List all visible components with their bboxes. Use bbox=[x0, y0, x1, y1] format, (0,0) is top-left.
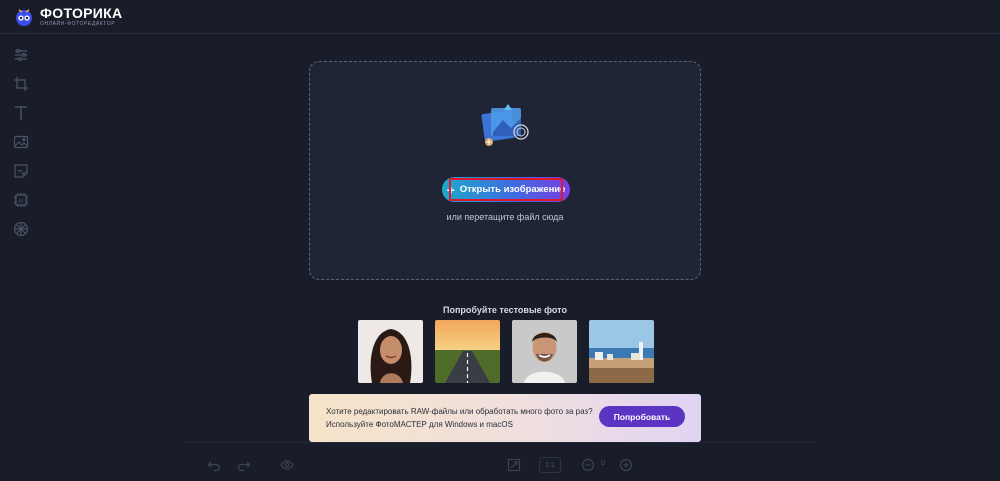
fit-screen-icon bbox=[507, 458, 521, 472]
promo-line-2: Используйте ФотоМАСТЕР для Windows и mac… bbox=[326, 420, 513, 429]
text-tool[interactable] bbox=[11, 103, 31, 123]
preview-button[interactable] bbox=[280, 458, 294, 472]
ratio-button[interactable]: 1:1 bbox=[539, 457, 561, 473]
zoom-in-icon bbox=[619, 458, 633, 472]
adjustments-tool[interactable] bbox=[11, 45, 31, 65]
tools-sidebar: AI bbox=[0, 35, 42, 481]
logo-subtitle: ОНЛАЙН-ФОТОРЕДАКТОР bbox=[40, 21, 116, 27]
logo-icon bbox=[16, 8, 32, 26]
seaside-town-image bbox=[589, 320, 654, 383]
ai-icon: AI bbox=[14, 193, 28, 207]
redo-icon bbox=[237, 461, 251, 472]
upload-dropzone[interactable]: + Открыть изображение или перетащите фай… bbox=[309, 61, 701, 280]
sticker-icon bbox=[14, 164, 28, 178]
highlight-frame bbox=[449, 178, 563, 201]
image-tool[interactable] bbox=[11, 132, 31, 152]
image-icon bbox=[13, 135, 29, 149]
zoom-out-icon bbox=[581, 458, 595, 472]
svg-text:AI: AI bbox=[19, 199, 24, 205]
fit-screen-button[interactable] bbox=[507, 458, 521, 472]
undo-icon bbox=[207, 461, 221, 472]
promo-banner: Хотите редактировать RAW-файлы или обраб… bbox=[309, 394, 701, 442]
sample-photos-title: Попробуйте тестовые фото bbox=[443, 305, 567, 315]
effects-tool[interactable] bbox=[11, 219, 31, 239]
promo-line-1: Хотите редактировать RAW-файлы или обраб… bbox=[326, 407, 593, 416]
crop-tool[interactable] bbox=[11, 74, 31, 94]
try-button[interactable]: Попробовать bbox=[599, 406, 685, 427]
bottom-toolbar: 1:1 0 bbox=[185, 442, 815, 481]
open-image-button[interactable]: + Открыть изображение bbox=[442, 177, 570, 202]
sample-photo-woman[interactable] bbox=[358, 320, 423, 383]
man-portrait-image bbox=[512, 320, 577, 383]
upload-illustration-icon bbox=[481, 104, 529, 146]
sample-photo-man[interactable] bbox=[512, 320, 577, 383]
zoom-in-button[interactable] bbox=[619, 458, 633, 472]
sticker-tool[interactable] bbox=[11, 161, 31, 181]
road-sunset-image bbox=[435, 320, 500, 383]
eye-icon bbox=[280, 460, 294, 470]
sample-photo-seaside[interactable] bbox=[589, 320, 654, 383]
adjustments-icon bbox=[15, 48, 27, 62]
sample-photo-road[interactable] bbox=[435, 320, 500, 383]
promo-text: Хотите редактировать RAW-файлы или обраб… bbox=[326, 405, 593, 431]
logo-title: ФОТОРИКА bbox=[40, 5, 123, 21]
crop-icon bbox=[14, 77, 28, 91]
woman-portrait-image bbox=[358, 320, 423, 383]
ai-tool[interactable]: AI bbox=[11, 190, 31, 210]
drop-hint: или перетащите файл сюда bbox=[446, 212, 564, 222]
effects-icon bbox=[13, 221, 29, 237]
text-icon bbox=[15, 106, 27, 120]
sample-photos bbox=[358, 320, 654, 383]
redo-button[interactable] bbox=[237, 458, 251, 472]
logo[interactable]: ФОТОРИКА ОНЛАЙН-ФОТОРЕДАКТОР bbox=[40, 6, 122, 27]
zoom-out-button[interactable] bbox=[581, 458, 595, 472]
zoom-value: 0 bbox=[601, 460, 605, 467]
app-header: ФОТОРИКА ОНЛАЙН-ФОТОРЕДАКТОР bbox=[0, 0, 1000, 34]
undo-button[interactable] bbox=[207, 458, 221, 472]
